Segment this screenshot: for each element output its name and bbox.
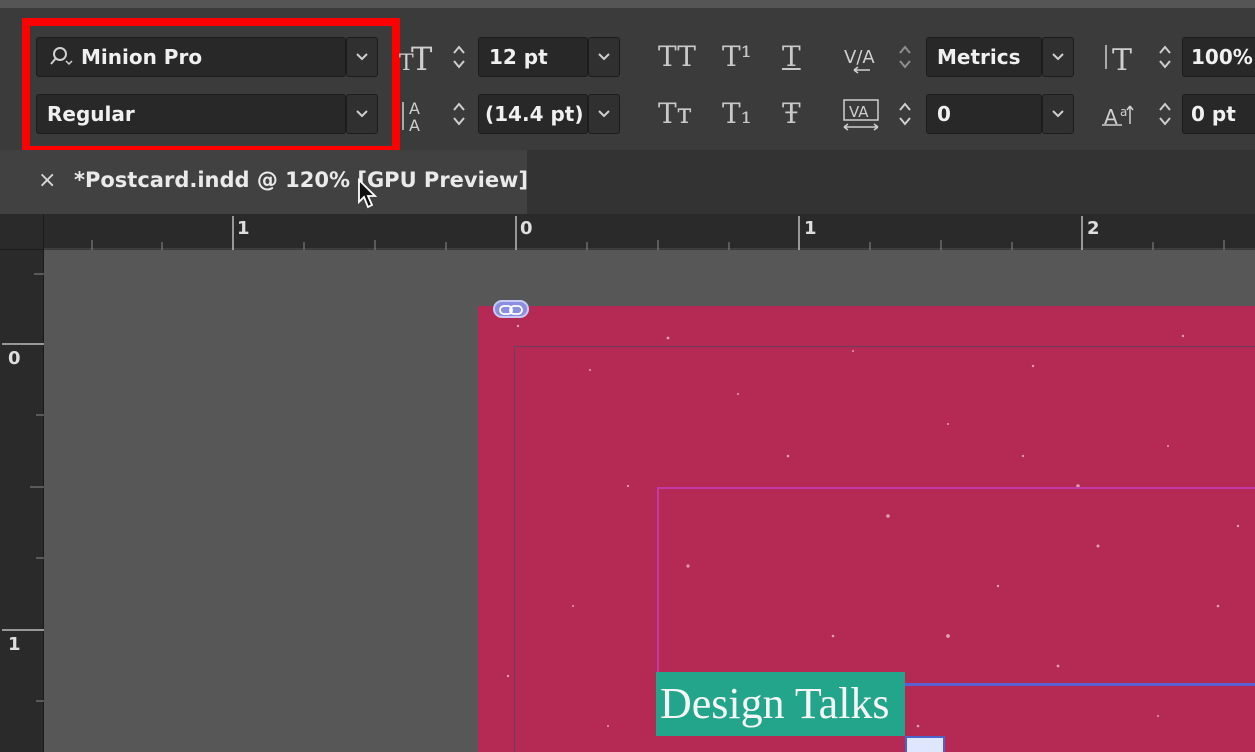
tracking-value: 0 [937, 102, 951, 126]
underline-button[interactable]: T [782, 40, 801, 73]
tracking-dropdown-button[interactable] [1042, 94, 1074, 134]
small-caps-button[interactable]: Tт [658, 97, 692, 130]
ruler-label: 1 [8, 634, 21, 655]
svg-text:A: A [409, 116, 420, 134]
mouse-cursor-icon [357, 177, 379, 210]
ruler-label: 1 [804, 218, 817, 239]
kerning-stepper[interactable] [892, 37, 918, 77]
vertical-ruler-ticks [2, 273, 44, 702]
all-caps-button[interactable]: TT [658, 40, 696, 73]
selected-headline-text[interactable]: Design Talks [656, 672, 905, 736]
link-icon[interactable] [493, 300, 529, 318]
font-size-dropdown-button[interactable] [588, 37, 620, 77]
leading-dropdown-button[interactable] [588, 94, 620, 134]
leading-icon: AA [397, 94, 437, 135]
document-tab-title: *Postcard.indd @ 120% [GPU Preview] [74, 168, 529, 192]
svg-text:a: a [1120, 105, 1127, 119]
svg-text:V/A: V/A [844, 47, 875, 68]
ruler-label: 1 [237, 218, 250, 239]
strikethrough-button[interactable]: Ŧ [782, 97, 801, 130]
vertical-ruler[interactable]: 0 1 [0, 250, 44, 752]
superscript-button[interactable]: T¹ [722, 40, 752, 73]
tracking-field[interactable]: 0 [926, 94, 1042, 134]
leading-field[interactable]: (14.4 pt) [478, 94, 588, 134]
baseline-shift-stepper[interactable] [1152, 94, 1178, 134]
svg-text:T: T [1112, 43, 1132, 77]
horizontal-ruler-ticks [0, 216, 1255, 250]
chevron-down-icon [598, 110, 610, 118]
font-size-stepper[interactable] [446, 37, 472, 77]
ruler-label: 0 [520, 218, 533, 239]
baseline-shift-value: 0 pt [1191, 102, 1236, 126]
font-size-field[interactable]: 12 pt [478, 37, 588, 77]
tracking-stepper[interactable] [892, 94, 918, 134]
font-size-value: 12 pt [489, 45, 548, 69]
svg-text:VA: VA [849, 103, 869, 121]
text-frame-outline[interactable] [657, 487, 1255, 685]
kerning-value: Metrics [937, 45, 1021, 69]
ruler-corner[interactable] [0, 214, 44, 250]
chevron-down-icon [598, 53, 610, 61]
leading-stepper[interactable] [446, 94, 472, 134]
window-top-band [0, 0, 1255, 8]
ruler-label: 2 [1087, 218, 1100, 239]
baseline-shift-icon: Aa [1098, 94, 1142, 134]
kerning-dropdown-button[interactable] [1042, 37, 1074, 77]
chevron-down-icon [1052, 53, 1064, 61]
ruler-label: 0 [8, 348, 21, 369]
font-controls-highlight-box [22, 18, 400, 154]
vertical-scale-icon: T [1098, 37, 1142, 78]
leading-value: (14.4 pt) [485, 102, 584, 126]
subscript-button[interactable]: T₁ [722, 97, 752, 130]
kerning-field[interactable]: Metrics [926, 37, 1042, 77]
chevron-down-icon [1052, 110, 1064, 118]
baseline-shift-field[interactable]: 0 pt [1182, 94, 1255, 134]
tracking-icon: VA [840, 94, 884, 134]
horizontal-ruler[interactable]: 1 0 1 2 [0, 214, 1255, 250]
text-frame-handle-icon[interactable] [905, 736, 945, 752]
vertical-scale-field[interactable]: 100% [1182, 37, 1255, 77]
svg-text:T: T [411, 40, 433, 77]
vertical-scale-value: 100% [1191, 45, 1253, 69]
close-icon[interactable]: × [38, 168, 56, 193]
kerning-icon: V/A [840, 37, 884, 77]
font-size-icon: TT [397, 37, 437, 78]
vertical-scale-stepper[interactable] [1152, 37, 1178, 77]
